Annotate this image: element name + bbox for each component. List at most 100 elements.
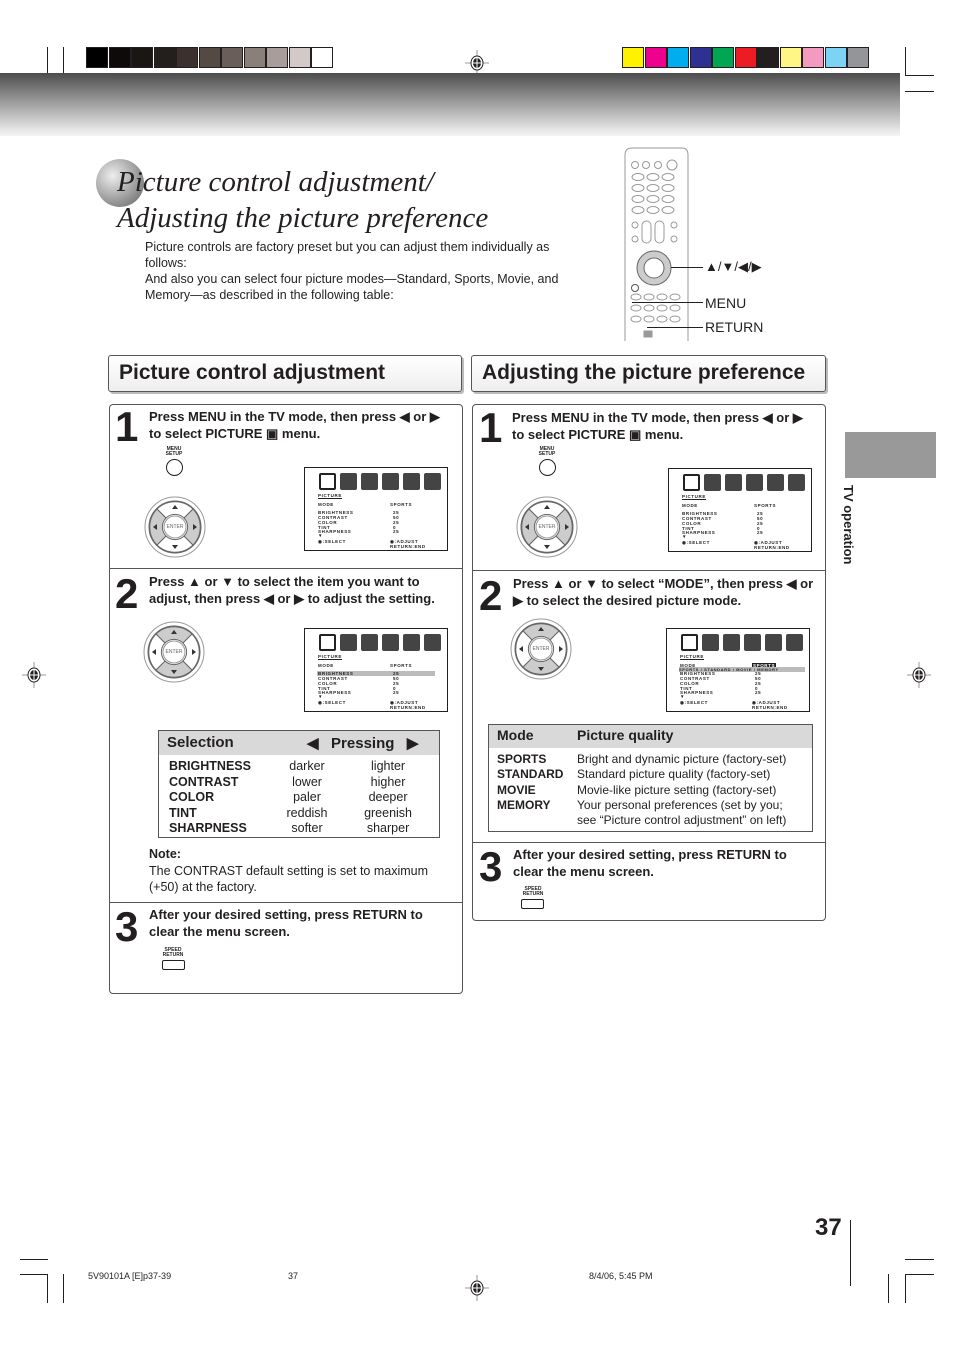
mode-table: Mode Picture quality SPORTS Bright and dy… (488, 724, 813, 832)
gray-swatch (108, 47, 131, 68)
footer-file-code: 5V90101A [E]p37-39 (88, 1271, 172, 1281)
setup-icon (746, 474, 763, 491)
increase-effect: deeper (368, 790, 408, 804)
osd-menu-title: PICTURE (680, 654, 704, 660)
color-swatch (757, 47, 779, 68)
color-swatch (622, 47, 644, 68)
osd-mode-value: SPORTS (390, 502, 413, 507)
crop-mark (905, 91, 934, 92)
osd-select-hint: ◉:SELECT (680, 700, 708, 705)
color-swatch (779, 47, 802, 68)
setup-icon (382, 473, 399, 490)
header-band (0, 73, 900, 136)
step-number: 1 (479, 404, 503, 451)
column-header-picture-quality: Picture quality (577, 727, 674, 743)
page-title-line1: Picture control adjustment/ (117, 166, 434, 198)
onscreen-menu-picture: PICTURE MODE SPORTS BRIGHTNESS 25 CONTRAST… (668, 468, 812, 552)
gray-swatch (266, 47, 288, 68)
crop-mark (905, 75, 934, 76)
step-instruction: After your desired setting, press RETURN… (513, 847, 787, 879)
mode-description: Your personal preferences (set by you; s… (577, 797, 787, 828)
setup-icon (744, 634, 761, 651)
step-number: 3 (115, 903, 139, 950)
page-number: 37 (815, 1214, 842, 1241)
footer-date: 8/4/06, 5:45 PM (589, 1271, 653, 1281)
footer-page: 37 (288, 1271, 299, 1281)
selection-item: TINT (169, 805, 197, 820)
osd-select-hint: ◉:SELECT (682, 540, 710, 545)
selection-item: BRIGHTNESS (169, 759, 251, 773)
mode-table-body: SPORTS Bright and dynamic picture (factor… (489, 748, 812, 832)
crop-mark (20, 1274, 48, 1275)
audio-icon (340, 473, 357, 490)
table-row: STANDARD Standard picture quality (factor… (497, 767, 804, 782)
osd-item-label: CONTRAST (680, 675, 710, 681)
speed-return-button-label: SPEED RETURN (162, 947, 184, 958)
mode-name: SPORTS (497, 752, 547, 766)
osd-item-label: CONTRAST (318, 514, 348, 520)
mode-description: Standard picture quality (factory-set) (577, 767, 771, 782)
crop-mark (905, 1274, 934, 1275)
menu-setup-button-label: MENU SETUP (538, 446, 556, 457)
timer-icon (424, 473, 441, 490)
return-button-icon (521, 899, 544, 909)
column-header-selection: Selection (167, 734, 234, 751)
table-row: TINT reddish greenish (169, 806, 429, 822)
increase-effect: greenish (364, 805, 413, 820)
crop-mark (888, 1274, 889, 1303)
table-row: SPORTS Bright and dynamic picture (factor… (497, 752, 804, 767)
side-tab-label: TV operation (841, 485, 856, 565)
table-row: COLOR paler deeper (169, 790, 429, 806)
crop-mark (905, 1274, 906, 1303)
selection-item: COLOR (169, 790, 215, 804)
osd-menu-title: PICTURE (318, 493, 342, 499)
enter-button-label: ENTER (532, 646, 550, 652)
menu-button-icon (539, 459, 556, 476)
audio-icon (702, 634, 719, 651)
osd-select-hint: ◉:SELECT (318, 539, 346, 544)
timer-icon (786, 634, 803, 651)
gray-swatch (176, 47, 198, 68)
step-divider (472, 842, 826, 843)
speed-return-button-label: SPEED RETURN (522, 886, 544, 897)
osd-item-label: CONTRAST (682, 515, 712, 521)
audio-icon (704, 474, 721, 491)
channel-icon (725, 474, 742, 491)
mode-name: MOVIE (497, 782, 536, 797)
step-number: 2 (115, 570, 139, 617)
color-swatch (712, 47, 734, 68)
side-tab-marker (845, 432, 936, 478)
section-heading-picture-control: Picture control adjustment (108, 355, 462, 392)
mode-name: STANDARD (497, 767, 564, 782)
picture-icon (683, 474, 700, 491)
step-number: 1 (115, 403, 139, 450)
mode-name: MEMORY (497, 797, 551, 812)
osd-item-value: 25 (393, 529, 400, 534)
gray-swatch (131, 47, 153, 68)
enter-button-label: ENTER (538, 524, 556, 530)
osd-item-value: 50 (393, 514, 400, 520)
osd-select-hint: ◉:SELECT (318, 700, 346, 705)
page-title-line2: Adjusting the picture preference (117, 202, 489, 234)
selection-item: CONTRAST (169, 774, 239, 789)
menu-button-icon (166, 459, 183, 476)
step-instruction: Press ▲ or ▼ to select the item you want… (149, 574, 435, 606)
menu-category-icons (319, 473, 441, 490)
step-number: 3 (479, 843, 503, 890)
decrease-effect: lower (292, 774, 322, 789)
osd-mode-label: MODE (682, 503, 698, 508)
step-divider (109, 568, 463, 569)
menu-button-label: MENU (705, 295, 747, 311)
color-swatch (689, 47, 712, 68)
column-header-pressing: ◀ Pressing ▶ (307, 735, 419, 752)
osd-return-hint: RETURN:END (390, 705, 426, 710)
step-divider (472, 570, 826, 571)
picture-icon (319, 634, 336, 651)
crop-mark (47, 1274, 48, 1303)
decrease-effect: paler (293, 790, 321, 804)
gray-swatch (198, 47, 221, 68)
dpad-left-right-icon: ENTER (516, 496, 578, 558)
gray-swatch (243, 47, 266, 68)
table-row: CONTRAST lower higher (169, 775, 429, 791)
crop-mark (47, 47, 48, 76)
